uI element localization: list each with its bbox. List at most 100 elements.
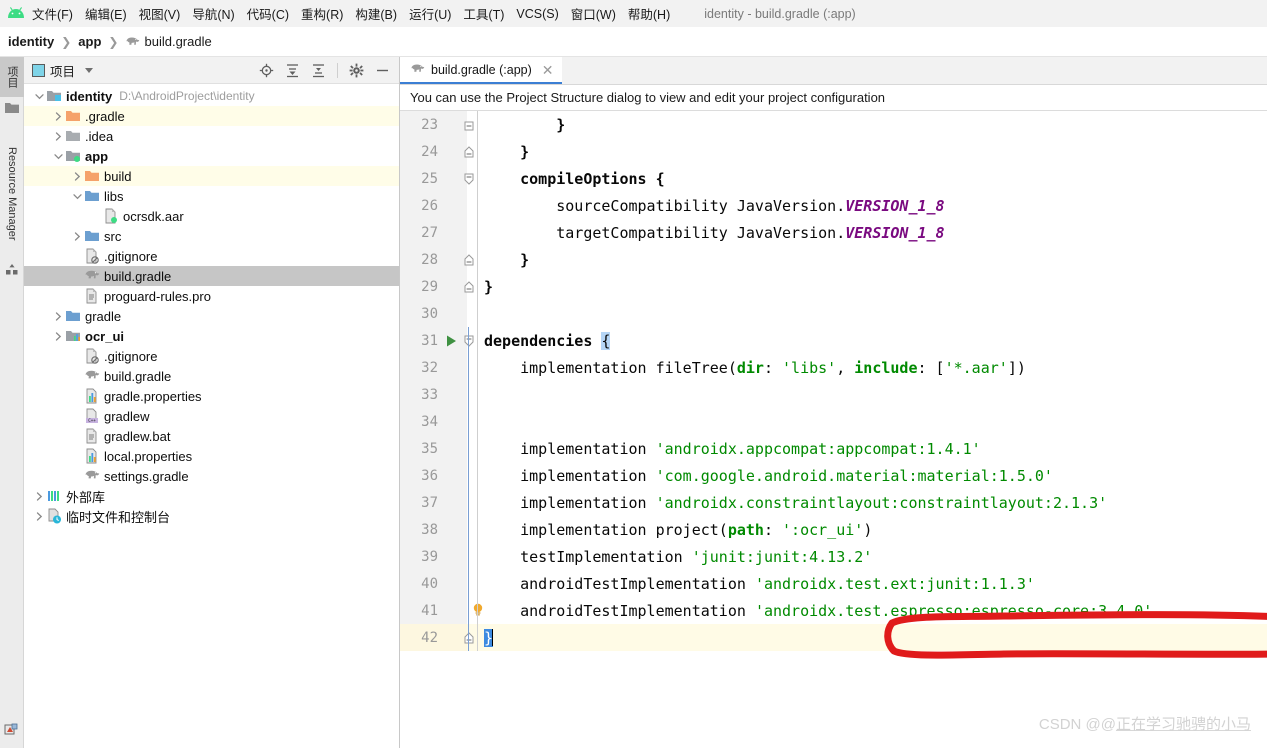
tree-node-proguard-rules-pro[interactable]: proguard-rules.pro — [24, 286, 399, 306]
chevron-down-icon[interactable] — [70, 192, 84, 201]
code-line-31[interactable]: 31 dependencies { — [400, 327, 1267, 354]
editor-gutter[interactable]: 32 — [400, 354, 467, 381]
tree-node-gradlew-bat[interactable]: gradlew.bat — [24, 426, 399, 446]
tree-node-ocrsdk-aar[interactable]: ocrsdk.aar — [24, 206, 399, 226]
editor-gutter[interactable]: 34 — [400, 408, 467, 435]
fold-marker-icon[interactable] — [462, 327, 476, 354]
fold-marker-icon[interactable] — [462, 246, 476, 273]
tree-node-identity[interactable]: identity D:\AndroidProject\identity — [24, 86, 399, 106]
code-line-30[interactable]: 30 — [400, 300, 1267, 327]
locate-file-icon[interactable] — [259, 63, 274, 78]
tree-node-build-gradle[interactable]: build.gradle — [24, 266, 399, 286]
editor-gutter[interactable]: 24 — [400, 138, 467, 165]
code-line-23[interactable]: 23 } — [400, 111, 1267, 138]
editor-gutter[interactable]: 25 — [400, 165, 467, 192]
chevron-right-icon[interactable] — [70, 171, 84, 181]
code-editor[interactable]: 23 } 24 } 25 compileOptions {26 sourceComp… — [400, 111, 1267, 748]
fold-marker-icon[interactable] — [462, 138, 476, 165]
chevron-down-icon[interactable] — [85, 67, 94, 73]
sidebar-item-resource-manager[interactable]: Resource Manager — [0, 129, 24, 259]
code-line-35[interactable]: 35 implementation 'androidx.appcompat:ap… — [400, 435, 1267, 462]
chevron-down-icon[interactable] — [51, 152, 65, 161]
fold-marker-icon[interactable] — [462, 624, 476, 651]
menu-code[interactable]: 代码(C) — [241, 1, 295, 26]
code-line-34[interactable]: 34 — [400, 408, 1267, 435]
menu-vcs[interactable]: VCS(S) — [510, 4, 564, 24]
settings-gear-icon[interactable] — [349, 63, 364, 78]
code-line-42[interactable]: 42} — [400, 624, 1267, 651]
menu-view[interactable]: 视图(V) — [133, 1, 187, 26]
tree-node--gitignore[interactable]: .gitignore — [24, 246, 399, 266]
breadcrumb-item-app[interactable]: app — [78, 34, 101, 49]
menu-edit[interactable]: 编辑(E) — [79, 1, 133, 26]
expand-all-icon[interactable] — [285, 63, 300, 78]
collapse-all-icon[interactable] — [311, 63, 326, 78]
editor-gutter[interactable]: 29 — [400, 273, 467, 300]
editor-gutter[interactable]: 39 — [400, 543, 467, 570]
editor-gutter[interactable]: 40 — [400, 570, 467, 597]
editor-gutter[interactable]: 35 — [400, 435, 467, 462]
editor-gutter[interactable]: 31 — [400, 327, 467, 354]
menu-navigate[interactable]: 导航(N) — [186, 1, 240, 26]
code-line-26[interactable]: 26 sourceCompatibility JavaVersion. VERSI… — [400, 192, 1267, 219]
tree-node-local-properties[interactable]: local.properties — [24, 446, 399, 466]
chevron-right-icon[interactable] — [51, 131, 65, 141]
tree-node-settings-gradle[interactable]: settings.gradle — [24, 466, 399, 486]
editor-gutter[interactable]: 30 — [400, 300, 467, 327]
tree-node--gitignore[interactable]: .gitignore — [24, 346, 399, 366]
sidebar-item-project[interactable]: 项目 — [0, 57, 24, 97]
code-line-39[interactable]: 39 testImplementation 'junit:junit:4.13.… — [400, 543, 1267, 570]
code-line-41[interactable]: 41 androidTestImplementation 'androidx.t… — [400, 597, 1267, 624]
fold-marker-icon[interactable] — [462, 165, 476, 192]
fold-marker-icon[interactable] — [462, 111, 476, 138]
tree-node-gradle-properties[interactable]: gradle.properties — [24, 386, 399, 406]
chevron-right-icon[interactable] — [32, 491, 46, 501]
project-tree[interactable]: identity D:\AndroidProject\identity .gradl… — [24, 84, 399, 748]
chevron-right-icon[interactable] — [51, 111, 65, 121]
editor-gutter[interactable]: 27 — [400, 219, 467, 246]
chevron-right-icon[interactable] — [51, 311, 65, 321]
tab-build-gradle[interactable]: build.gradle (:app) ✕ — [400, 57, 562, 84]
editor-gutter[interactable]: 33 — [400, 381, 467, 408]
editor-gutter[interactable]: 36 — [400, 462, 467, 489]
chevron-right-icon[interactable] — [51, 331, 65, 341]
tree-node-外部库[interactable]: 外部库 — [24, 486, 399, 506]
code-line-29[interactable]: 29} — [400, 273, 1267, 300]
tree-node-build[interactable]: build — [24, 166, 399, 186]
menu-help[interactable]: 帮助(H) — [622, 1, 676, 26]
code-line-28[interactable]: 28 } — [400, 246, 1267, 273]
menu-tools[interactable]: 工具(T) — [457, 1, 510, 26]
code-line-40[interactable]: 40 androidTestImplementation 'androidx.t… — [400, 570, 1267, 597]
editor-gutter[interactable]: 23 — [400, 111, 467, 138]
code-line-24[interactable]: 24 } — [400, 138, 1267, 165]
tree-node--gradle[interactable]: .gradle — [24, 106, 399, 126]
editor-gutter[interactable]: 37 — [400, 489, 467, 516]
run-gutter-icon[interactable] — [440, 335, 462, 347]
tree-node-libs[interactable]: libs — [24, 186, 399, 206]
tree-node-build-gradle[interactable]: build.gradle — [24, 366, 399, 386]
tree-node-gradlew[interactable]: C++ gradlew — [24, 406, 399, 426]
code-line-36[interactable]: 36 implementation 'com.google.android.ma… — [400, 462, 1267, 489]
chevron-right-icon[interactable] — [32, 511, 46, 521]
code-line-38[interactable]: 38 implementation project(path: ':ocr_ui… — [400, 516, 1267, 543]
menu-run[interactable]: 运行(U) — [403, 1, 457, 26]
intention-bulb-icon[interactable] — [472, 602, 484, 618]
tree-node-gradle[interactable]: gradle — [24, 306, 399, 326]
code-line-27[interactable]: 27 targetCompatibility JavaVersion. VERSI… — [400, 219, 1267, 246]
menu-window[interactable]: 窗口(W) — [565, 1, 622, 26]
tree-node--idea[interactable]: .idea — [24, 126, 399, 146]
menu-build[interactable]: 构建(B) — [349, 1, 403, 26]
tree-node-临时文件和控制台[interactable]: 临时文件和控制台 — [24, 506, 399, 526]
fold-marker-icon[interactable] — [462, 273, 476, 300]
structure-icon[interactable] — [4, 723, 19, 738]
code-line-33[interactable]: 33 — [400, 381, 1267, 408]
tree-node-ocr_ui[interactable]: ocr_ui — [24, 326, 399, 346]
editor-gutter[interactable]: 26 — [400, 192, 467, 219]
hide-panel-icon[interactable] — [375, 63, 390, 78]
editor-gutter[interactable]: 41 — [400, 597, 467, 624]
code-line-25[interactable]: 25 compileOptions { — [400, 165, 1267, 192]
breadcrumb-item-identity[interactable]: identity — [8, 34, 54, 49]
chevron-down-icon[interactable] — [32, 92, 46, 101]
editor-gutter[interactable]: 42 — [400, 624, 467, 651]
tree-node-app[interactable]: app — [24, 146, 399, 166]
